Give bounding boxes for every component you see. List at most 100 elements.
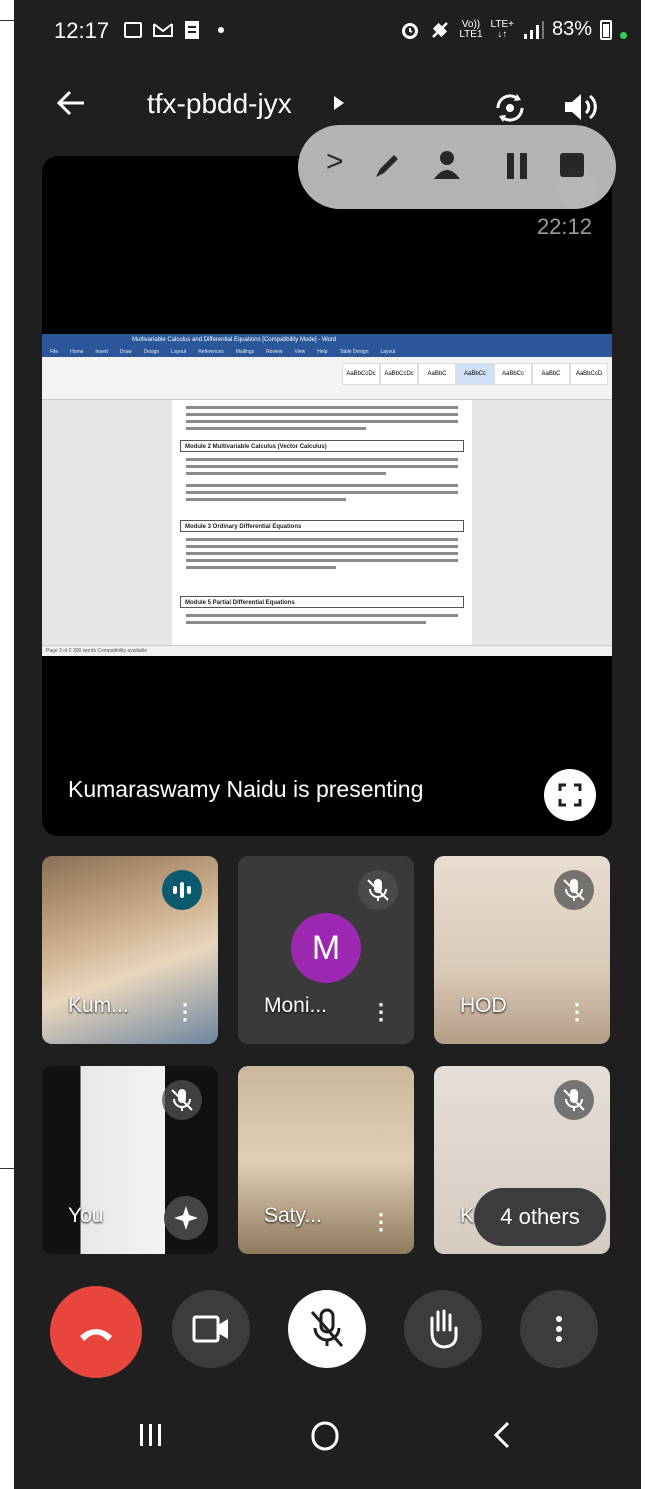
- word-menu-item: Layout: [380, 349, 396, 355]
- volte-indicator: Vo)) LTE1: [459, 18, 483, 40]
- participant-more-icon[interactable]: ⋮: [566, 1001, 588, 1023]
- pause-icon[interactable]: [504, 151, 530, 181]
- phone-screen: 12:17 Vo)) LTE1 LTE+ ↓↑ 83% tfx-pbdd-jyx…: [14, 0, 641, 1489]
- word-menu-bar: File Home Insert Draw Design Layout Refe…: [42, 347, 612, 357]
- battery-icon: [600, 19, 612, 40]
- battery-percent: 83%: [551, 18, 592, 40]
- fullscreen-icon: [558, 783, 582, 807]
- status-right: Vo)) LTE1 LTE+ ↓↑ 83%: [399, 18, 627, 41]
- participant-tile[interactable]: HOD ⋮: [434, 856, 610, 1044]
- participant-tile[interactable]: Saty... ⋮: [238, 1066, 414, 1254]
- raise-hand-button[interactable]: [404, 1290, 482, 1368]
- speaker-icon[interactable]: [562, 90, 598, 124]
- word-menu-item: Home: [70, 349, 84, 355]
- recent-apps-icon[interactable]: [136, 1420, 166, 1450]
- presentation-area: 22:12 Multivariable Calculus and Differe…: [42, 156, 612, 836]
- signal-icon: [523, 20, 544, 39]
- word-ribbon: AaBbCcDc AaBbCcDc AaBbC AaBbCc AaBbCc Aa…: [42, 357, 612, 400]
- video-camera-icon: [192, 1315, 228, 1343]
- participant-name: You: [68, 1204, 104, 1227]
- others-count-pill[interactable]: 4 others: [474, 1188, 606, 1246]
- alarm-icon: [402, 22, 419, 39]
- stop-icon[interactable]: [558, 151, 586, 179]
- participant-avatar: M: [291, 913, 361, 983]
- module-heading: Module 2 Multivariable Calculus (Vector …: [180, 440, 464, 452]
- vibrate-mute-icon: [432, 21, 449, 38]
- home-icon[interactable]: [310, 1420, 340, 1452]
- participant-more-icon[interactable]: ⋮: [370, 1211, 392, 1233]
- microphone-button[interactable]: [288, 1290, 366, 1368]
- word-canvas: Module 2 Multivariable Calculus (Vector …: [42, 400, 612, 646]
- word-style: AaBbCc: [456, 363, 494, 385]
- document-notification-icon: [185, 21, 199, 39]
- speaking-indicator-icon: [162, 870, 202, 910]
- participant-more-icon[interactable]: ⋮: [370, 1001, 392, 1023]
- participant-more-icon[interactable]: ⋮: [174, 1001, 196, 1023]
- notification-icons: [124, 20, 224, 40]
- participant-name: HOD: [460, 994, 507, 1017]
- word-menu-item: Help: [317, 349, 328, 355]
- meeting-details-caret-icon[interactable]: [332, 94, 346, 112]
- system-navigation-bar: [14, 1390, 641, 1489]
- participant-name: Moni...: [264, 994, 328, 1017]
- word-status-bar: Page 2 of 2 300 words Compatibility avai…: [42, 645, 612, 656]
- edge-line-top: [0, 20, 14, 21]
- participant-name: Saty...: [264, 1204, 322, 1227]
- hang-up-icon: [80, 1329, 112, 1341]
- recorder-collapse-chevron-icon[interactable]: >: [326, 145, 344, 179]
- sparkle-effects-icon: [174, 1206, 198, 1230]
- participant-tile[interactable]: You: [42, 1066, 218, 1254]
- muted-mic-icon: [554, 870, 594, 910]
- gallery-notification-icon: [124, 22, 142, 38]
- person-icon[interactable]: [432, 149, 462, 181]
- more-vertical-icon: [556, 1316, 562, 1342]
- more-notifications-dot: [218, 27, 224, 33]
- word-style: AaBbC: [532, 363, 570, 385]
- gmail-notification-icon: [153, 23, 173, 37]
- word-style: AaBbCcDc: [342, 363, 380, 385]
- word-menu-item: References: [198, 349, 224, 355]
- end-call-button[interactable]: [50, 1286, 142, 1378]
- back-navigation-icon[interactable]: [490, 1420, 514, 1450]
- word-style: AaBbCcDc: [380, 363, 418, 385]
- status-time: 12:17: [54, 18, 110, 43]
- status-bar: 12:17 Vo)) LTE1 LTE+ ↓↑ 83%: [14, 0, 641, 60]
- word-style: AaBbCc: [494, 363, 532, 385]
- network-indicator: LTE+ ↓↑: [490, 18, 514, 40]
- word-menu-item: Layout: [171, 349, 187, 355]
- camera-button[interactable]: [172, 1290, 250, 1368]
- shared-screen-document: Multivariable Calculus and Differential …: [42, 334, 612, 656]
- word-menu-item: Design: [143, 349, 160, 355]
- participant-tile[interactable]: Kum... ⋮: [42, 856, 218, 1044]
- screen-recorder-toolbar: >: [298, 125, 616, 209]
- pen-icon[interactable]: [372, 149, 404, 181]
- word-style: AaBbCcD: [570, 363, 608, 385]
- hand-icon: [430, 1309, 458, 1349]
- effects-button[interactable]: [164, 1196, 208, 1240]
- back-arrow-icon[interactable]: [54, 86, 88, 120]
- muted-mic-icon: [162, 1080, 202, 1120]
- switch-camera-icon[interactable]: [490, 88, 530, 128]
- word-menu-item: Table Design: [339, 349, 369, 355]
- meeting-code[interactable]: tfx-pbdd-jyx: [147, 88, 292, 120]
- fullscreen-button[interactable]: [544, 769, 596, 821]
- mic-off-icon: [310, 1308, 344, 1347]
- presenter-label: Kumaraswamy Naidu is presenting: [68, 776, 424, 802]
- word-menu-item: Insert: [95, 349, 108, 355]
- word-menu-item: Review: [266, 349, 283, 355]
- module-heading: Module 3 Ordinary Differential Equations: [180, 520, 464, 532]
- participant-tile[interactable]: M Moni... ⋮: [238, 856, 414, 1044]
- word-title-bar: Multivariable Calculus and Differential …: [42, 334, 612, 347]
- recording-time: 22:12: [536, 214, 592, 239]
- more-options-button[interactable]: [520, 1290, 598, 1368]
- word-style: AaBbC: [418, 363, 456, 385]
- word-page: Module 2 Multivariable Calculus (Vector …: [172, 400, 472, 646]
- module-heading: Module 5 Partial Differential Equations: [180, 596, 464, 608]
- muted-mic-icon: [554, 1080, 594, 1120]
- participant-name: Kum...: [68, 994, 129, 1017]
- word-menu-item: Draw: [119, 349, 132, 355]
- word-menu-item: View: [294, 349, 306, 355]
- word-menu-item: Mailings: [235, 349, 255, 355]
- edge-line-bottom: [0, 1168, 14, 1169]
- muted-mic-icon: [358, 870, 398, 910]
